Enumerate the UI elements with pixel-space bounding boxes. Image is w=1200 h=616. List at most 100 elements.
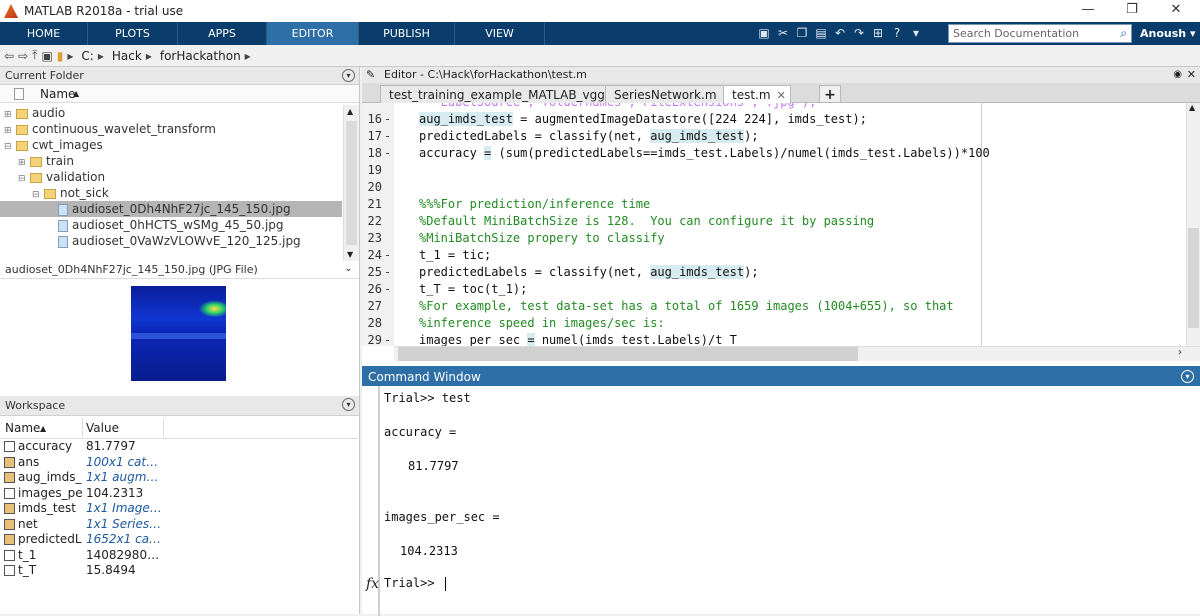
- tab-test-training-example[interactable]: test_training_example_MATLAB_vgg.m✕: [380, 85, 641, 103]
- workspace-row[interactable]: imds_test 1x1 ImageDa...: [0, 501, 358, 517]
- image-file-icon: [58, 235, 68, 248]
- output-value: 104.2313: [400, 544, 458, 558]
- item-label: validation: [46, 170, 106, 184]
- user-account-button[interactable]: Anoush ▾: [1140, 22, 1195, 45]
- help-icon[interactable]: ?: [888, 24, 906, 43]
- scroll-right-icon[interactable]: ›: [1178, 347, 1182, 358]
- object-variable-icon: [4, 534, 15, 545]
- line-number: 24: [367, 248, 382, 262]
- up-folder-icon[interactable]: ⤒: [32, 48, 37, 63]
- workspace-row[interactable]: images_pe... 104.2313: [0, 486, 358, 502]
- tab-home[interactable]: HOME: [0, 22, 88, 45]
- breadcrumb-forhackathon[interactable]: forHackathon: [160, 49, 241, 63]
- breakpoint-marker[interactable]: -: [384, 281, 391, 298]
- cut-icon[interactable]: ✂: [774, 24, 792, 43]
- workspace-row[interactable]: ans 100x1 catego...: [0, 455, 358, 471]
- tab-test-m[interactable]: test.m ✕: [723, 85, 791, 104]
- workspace-row[interactable]: accuracy 81.7797: [0, 439, 358, 455]
- save-icon[interactable]: ▣: [755, 24, 773, 43]
- browse-folder-icon[interactable]: ▣: [41, 49, 52, 63]
- editor-vertical-scrollbar[interactable]: ▲: [1186, 103, 1200, 346]
- breadcrumb-arrow-icon[interactable]: ▸: [98, 49, 104, 63]
- object-variable-icon: [4, 518, 15, 530]
- scroll-thumb[interactable]: [346, 121, 357, 245]
- search-documentation-input[interactable]: Search Documentation ⌕: [948, 24, 1132, 43]
- maximize-button[interactable]: ❐: [1112, 2, 1152, 17]
- file-item[interactable]: audioset_0VaWzVLOWvE_120_125.jpg: [0, 233, 342, 249]
- paste-icon[interactable]: ▤: [812, 24, 830, 43]
- name-column-header[interactable]: Name: [5, 418, 40, 439]
- panel-menu-icon[interactable]: ▾: [342, 69, 355, 82]
- copy-icon[interactable]: ❐: [793, 24, 811, 43]
- breadcrumb-arrow-icon[interactable]: ▸: [67, 49, 73, 63]
- breakpoint-marker[interactable]: -: [384, 111, 391, 128]
- tab-seriesnetwork[interactable]: SeriesNetwork.m✕: [605, 85, 737, 103]
- scroll-thumb[interactable]: [398, 347, 858, 361]
- breakpoint-marker[interactable]: -: [384, 128, 391, 145]
- minimize-button[interactable]: —: [1068, 2, 1108, 17]
- scroll-up-icon[interactable]: ▲: [1189, 103, 1195, 112]
- scroll-up-icon[interactable]: ▲: [347, 107, 353, 116]
- editor-horizontal-scrollbar[interactable]: ›: [394, 346, 1200, 361]
- search-icon[interactable]: ⌕: [1120, 25, 1127, 42]
- breakpoint-marker[interactable]: -: [384, 264, 391, 281]
- workspace-row[interactable]: t_1 14082980470: [0, 548, 358, 564]
- collapse-chevron-icon[interactable]: ⌄: [342, 263, 355, 276]
- workspace-row[interactable]: predictedL... 1652x1 categ...: [0, 532, 358, 548]
- value-column-header[interactable]: Value: [86, 418, 119, 439]
- workspace-row[interactable]: t_T 15.8494: [0, 563, 358, 579]
- file-item[interactable]: audioset_0hHCTS_wSMg_45_50.jpg: [0, 217, 342, 233]
- scroll-down-icon[interactable]: ▼: [347, 250, 353, 259]
- folder-item[interactable]: ⊟ cwt_images: [0, 137, 342, 153]
- folder-item[interactable]: ⊟ validation: [0, 169, 342, 185]
- workspace-rows: accuracy81.7797ans100x1 catego...aug_imd…: [0, 439, 358, 579]
- current-folder-header: Current Folder ▾: [0, 67, 359, 85]
- breakpoint-marker[interactable]: -: [384, 247, 391, 264]
- close-tab-icon[interactable]: ✕: [777, 89, 786, 102]
- command-output[interactable]: Trial>> test accuracy = 81.7797 images_p…: [362, 386, 1200, 616]
- breakpoint-marker[interactable]: -: [384, 145, 391, 162]
- sort-ascending-icon: ▲: [73, 89, 80, 98]
- workspace-row[interactable]: aug_imds_... 1x1 augment...: [0, 470, 358, 486]
- folder-scrollbar[interactable]: ▲ ▼: [343, 105, 359, 261]
- editor-close-icon[interactable]: ✕: [1187, 67, 1196, 83]
- forward-icon[interactable]: ⇨: [18, 49, 28, 63]
- tab-editor[interactable]: EDITOR: [267, 22, 359, 45]
- folder-item[interactable]: ⊞ audio: [0, 105, 342, 121]
- code-area[interactable]: 'LabelSource','foldernames','FileExtensi…: [362, 103, 1200, 346]
- tab-apps[interactable]: APPS: [178, 22, 267, 45]
- folder-item[interactable]: ⊟ not_sick: [0, 185, 342, 201]
- workspace-row[interactable]: net 1x1 SeriesNet...: [0, 517, 358, 533]
- command-prompt-input[interactable]: Trial>>: [384, 576, 446, 591]
- function-browser-icon[interactable]: fx: [366, 576, 379, 592]
- breadcrumb-hack[interactable]: Hack: [112, 49, 142, 63]
- breadcrumb-arrow-icon[interactable]: ▸: [146, 49, 152, 63]
- folder-item[interactable]: ⊞ continuous_wavelet_transform: [0, 121, 342, 137]
- folder-item[interactable]: ⊞ train: [0, 153, 342, 169]
- close-button[interactable]: ✕: [1156, 2, 1196, 17]
- workspace-panel: Workspace ▾ Name ▲ Value accuracy 81.7797…: [0, 396, 360, 614]
- command-line: Trial>> test: [384, 391, 471, 405]
- switch-windows-icon[interactable]: ⊞: [869, 24, 887, 43]
- editor-menu-icon[interactable]: ◉: [1173, 67, 1182, 83]
- tab-publish[interactable]: PUBLISH: [359, 22, 455, 45]
- panel-menu-icon[interactable]: ▾: [1181, 370, 1194, 383]
- redo-icon[interactable]: ↷: [850, 24, 868, 43]
- new-tab-button[interactable]: +: [819, 85, 841, 103]
- scroll-thumb[interactable]: [1188, 228, 1199, 328]
- tab-plots[interactable]: PLOTS: [88, 22, 178, 45]
- breakpoint-marker[interactable]: -: [384, 332, 391, 346]
- file-item[interactable]: audioset_0Dh4NhF27jc_145_150.jpg: [0, 201, 342, 217]
- variable-name: ans: [18, 454, 40, 469]
- code-text: t_T = toc(t_1);: [419, 282, 528, 296]
- breadcrumb-c[interactable]: C:: [81, 49, 93, 63]
- tab-view[interactable]: VIEW: [455, 22, 545, 45]
- panel-menu-icon[interactable]: ▾: [342, 398, 355, 411]
- line-number: 27: [367, 299, 382, 313]
- breadcrumb-arrow-icon[interactable]: ▸: [245, 49, 251, 63]
- variable-name: t_T: [18, 563, 37, 577]
- back-icon[interactable]: ⇦: [4, 49, 14, 63]
- name-column-header[interactable]: Name ▲: [0, 85, 359, 103]
- help-dropdown-icon[interactable]: ▾: [907, 24, 925, 43]
- undo-icon[interactable]: ↶: [831, 24, 849, 43]
